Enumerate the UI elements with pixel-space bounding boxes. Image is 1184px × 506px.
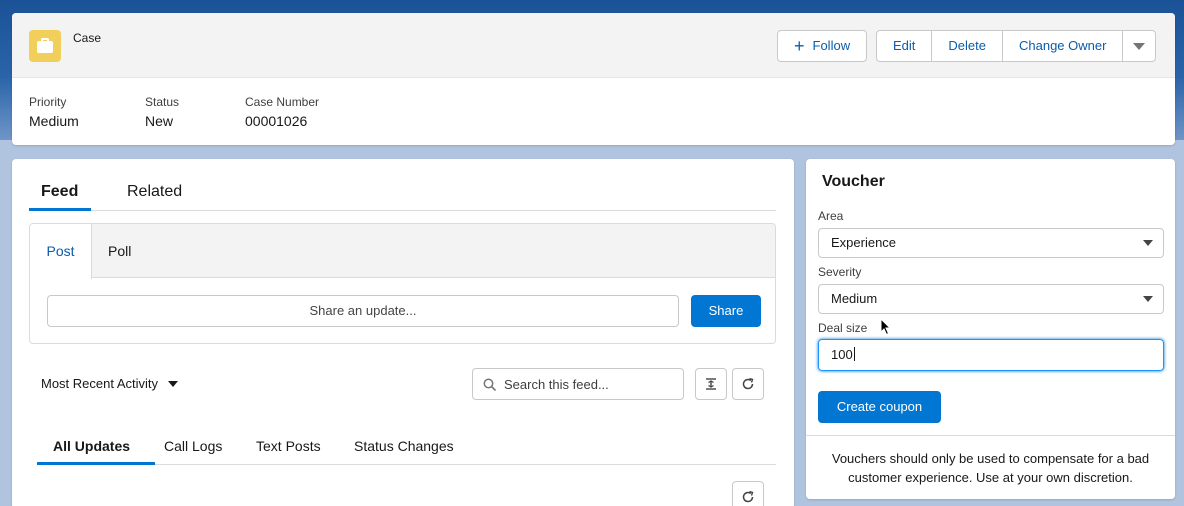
edit-button[interactable]: Edit: [877, 31, 933, 61]
tab-poll[interactable]: Poll: [108, 224, 131, 278]
tab-status-changes[interactable]: Status Changes: [354, 438, 454, 454]
share-button[interactable]: Share: [691, 295, 761, 327]
refresh-icon: [742, 377, 754, 390]
tab-feed[interactable]: Feed: [41, 183, 78, 201]
follow-label: Follow: [812, 38, 851, 53]
chevron-down-icon: [1133, 42, 1146, 50]
change-owner-button[interactable]: Change Owner: [1003, 31, 1124, 61]
tab-text-posts[interactable]: Text Posts: [256, 438, 321, 454]
filter-button[interactable]: [695, 368, 727, 400]
deal-size-input[interactable]: 100: [818, 339, 1164, 371]
record-actions: Edit Delete Change Owner: [876, 30, 1157, 62]
area-value: Experience: [831, 235, 897, 250]
active-tab-indicator: [29, 208, 91, 211]
publisher: Post Poll Share an update... Share: [29, 223, 776, 344]
highlight-case-number: Case Number 00001026: [245, 95, 319, 129]
text-cursor: [853, 347, 855, 361]
tab-related[interactable]: Related: [127, 183, 182, 201]
briefcase-body: [37, 41, 53, 53]
highlight-status: Status New: [145, 95, 179, 129]
refresh-feed-button[interactable]: [732, 481, 764, 506]
deal-size-value: 100: [831, 347, 853, 362]
refresh-icon: [742, 490, 754, 503]
voucher-disclaimer: Vouchers should only be used to compensa…: [806, 435, 1175, 499]
create-coupon-button[interactable]: Create coupon: [818, 391, 941, 423]
chevron-down-icon: [1143, 240, 1153, 246]
search-icon: [483, 378, 496, 391]
tab-all-updates[interactable]: All Updates: [53, 438, 130, 454]
feed-card: Feed Related Post Poll Share an update..…: [12, 159, 794, 506]
sort-dropdown[interactable]: Most Recent Activity: [41, 376, 179, 391]
field-value: Medium: [29, 113, 79, 129]
severity-value: Medium: [831, 291, 878, 306]
chevron-down-icon: [1143, 296, 1153, 302]
field-value: New: [145, 113, 174, 129]
object-label: Case: [73, 31, 102, 45]
field-label: Priority: [29, 95, 67, 109]
search-placeholder: Search this feed...: [504, 376, 609, 392]
highlight-priority: Priority Medium: [29, 95, 79, 129]
follow-button-group: + Follow: [777, 30, 868, 62]
deal-size-label: Deal size: [818, 321, 868, 335]
voucher-title: Voucher: [822, 173, 885, 190]
plus-icon: +: [794, 36, 805, 56]
refresh-button[interactable]: [732, 368, 764, 400]
chevron-down-icon: [168, 380, 179, 387]
follow-button[interactable]: + Follow: [778, 31, 866, 61]
severity-label: Severity: [818, 265, 862, 279]
mouse-pointer-icon: [880, 318, 892, 336]
field-label: Case Number: [245, 95, 320, 109]
area-label: Area: [818, 209, 844, 223]
tab-post[interactable]: Post: [30, 224, 92, 279]
publisher-tabs: [30, 224, 775, 278]
collapse-icon: [706, 378, 716, 390]
more-actions-button[interactable]: [1123, 31, 1155, 61]
voucher-card: Voucher Area Experience Severity Medium …: [806, 159, 1175, 499]
feed-search-input[interactable]: Search this feed...: [472, 368, 684, 400]
sort-label: Most Recent Activity: [41, 376, 159, 391]
record-header: Case + Follow Edit Delete Change Owner P…: [12, 13, 1175, 145]
severity-select[interactable]: Medium: [818, 284, 1164, 314]
case-icon: [29, 30, 61, 62]
delete-button[interactable]: Delete: [932, 31, 1003, 61]
tab-call-logs[interactable]: Call Logs: [164, 438, 222, 454]
area-select[interactable]: Experience: [818, 228, 1164, 258]
active-tab-indicator: [37, 462, 155, 465]
feed-filter-tabs: All Updates Call Logs Text Posts Status …: [37, 425, 776, 465]
feed-tabs: Feed Related: [29, 159, 776, 211]
field-label: Status: [145, 95, 180, 109]
share-update-input[interactable]: Share an update...: [47, 295, 679, 327]
field-value: 00001026: [245, 113, 308, 129]
